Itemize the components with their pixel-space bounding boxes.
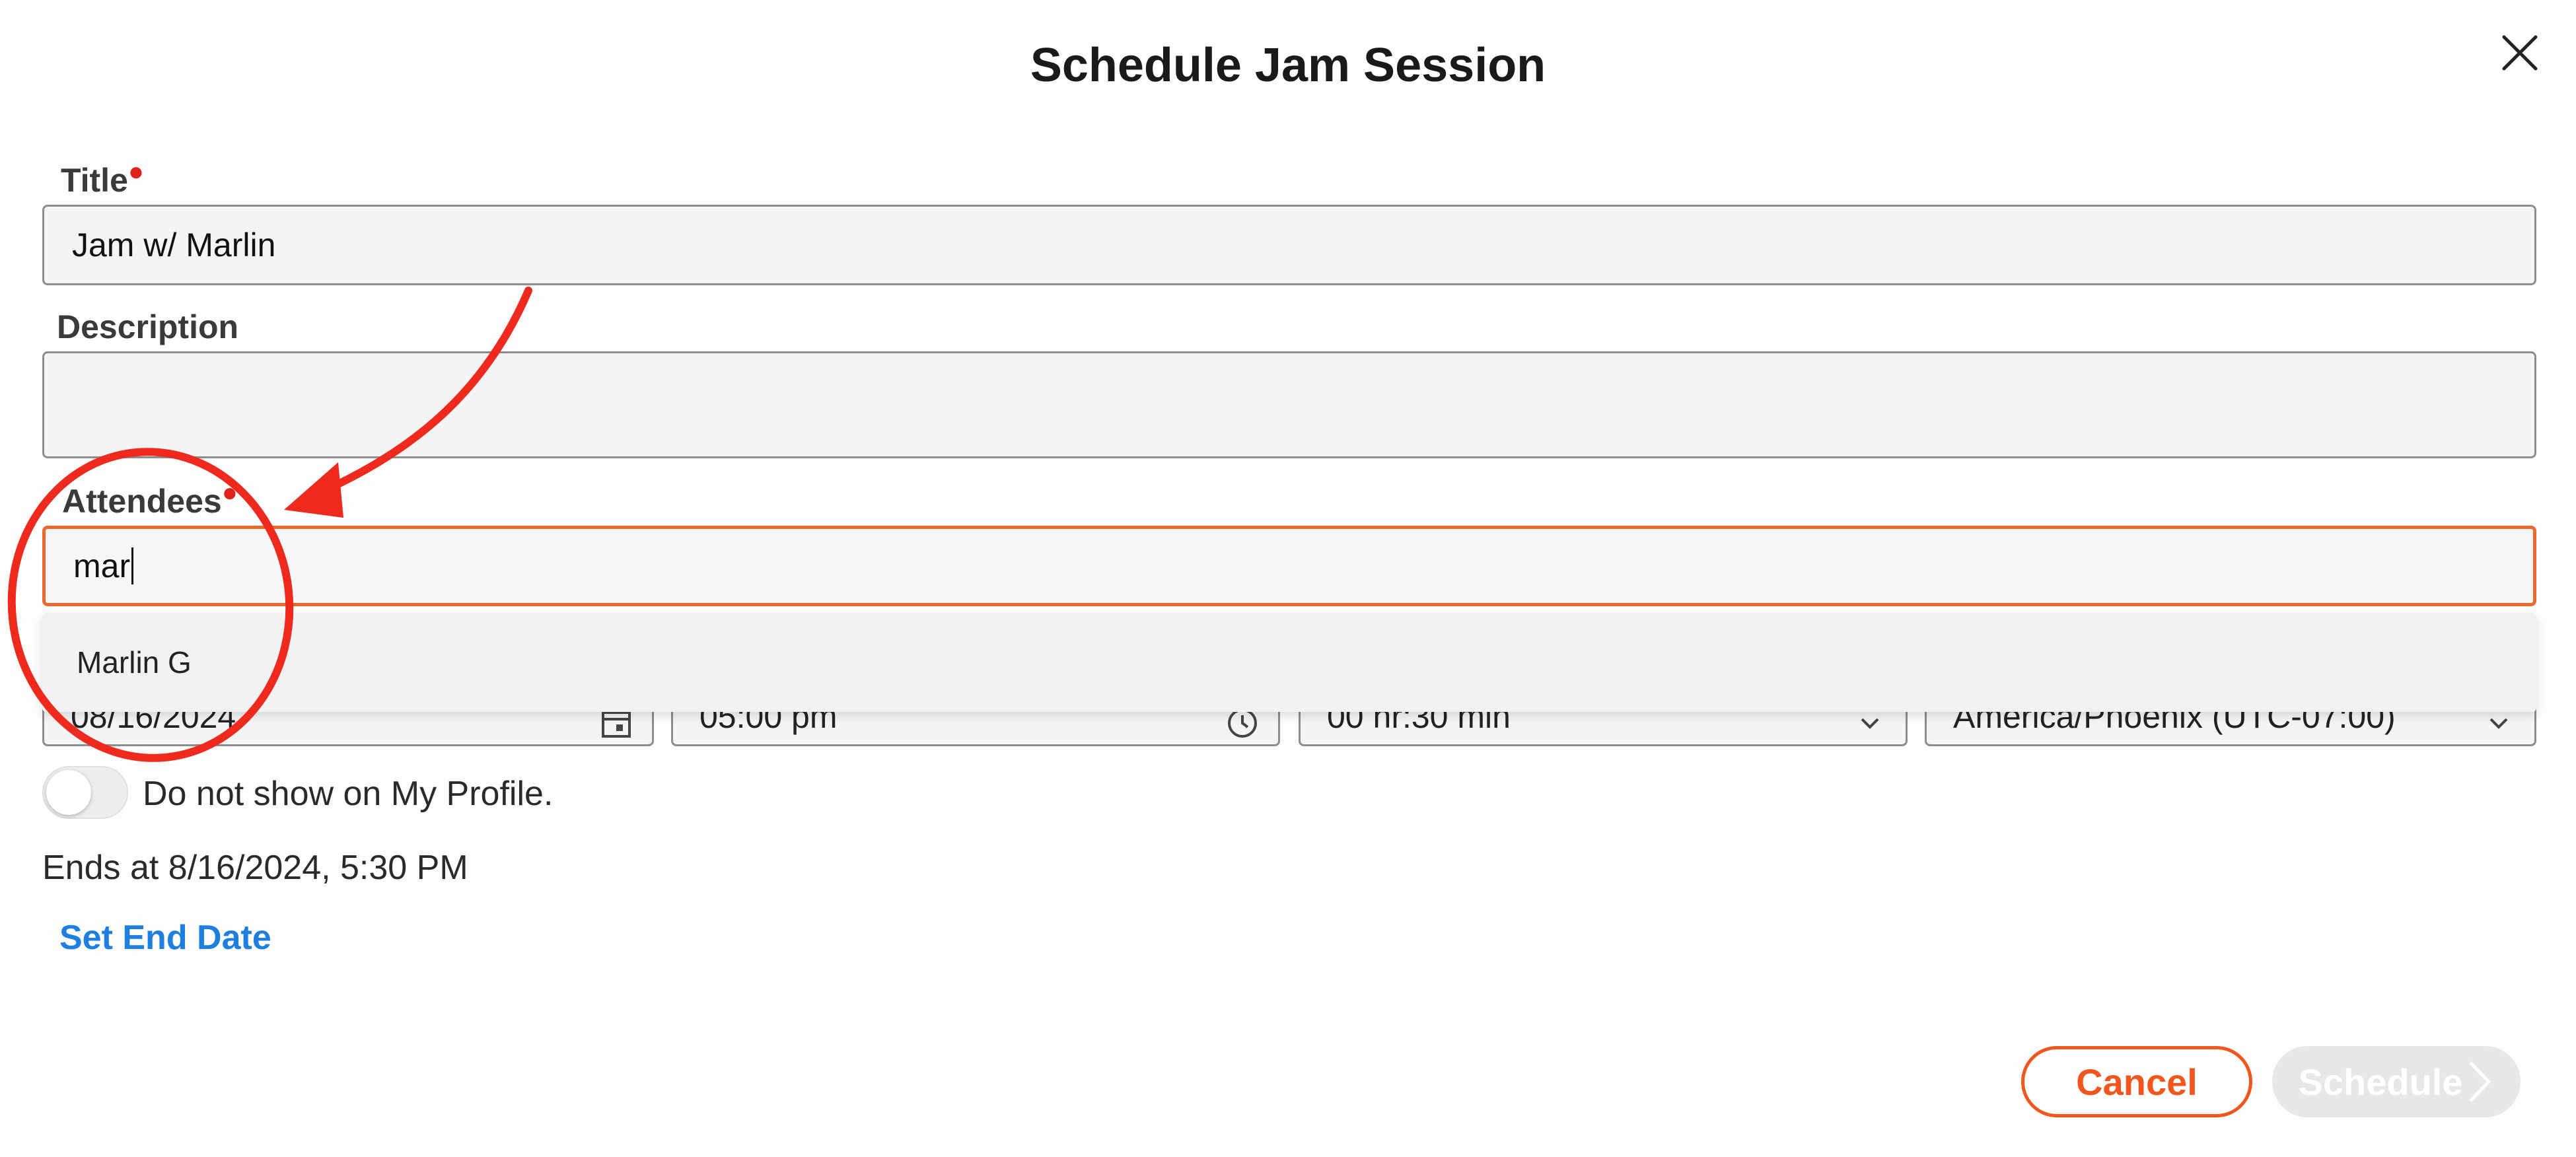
chevron-right-icon	[2469, 1061, 2491, 1102]
attendees-input[interactable]: mar	[42, 526, 2536, 606]
schedule-button-label: Schedule	[2298, 1061, 2463, 1103]
description-label: Description	[57, 308, 239, 345]
attendees-suggestions: Marlin G	[42, 613, 2536, 712]
required-indicator: ●	[221, 478, 238, 507]
hide-profile-label: Do not show on My Profile.	[143, 775, 554, 813]
attendees-label: Attendees●	[62, 478, 238, 520]
required-indicator: ●	[127, 157, 145, 186]
set-end-date-link[interactable]: Set End Date	[59, 918, 271, 958]
title-input-value: Jam w/ Marlin	[72, 227, 276, 263]
dialog-title: Schedule Jam Session	[1030, 39, 1546, 92]
hide-profile-toggle[interactable]	[42, 766, 128, 819]
close-icon	[2502, 35, 2538, 71]
description-input[interactable]	[42, 351, 2536, 458]
title-label: Title●	[61, 157, 145, 199]
toggle-knob	[46, 770, 91, 815]
title-input[interactable]: Jam w/ Marlin	[42, 205, 2536, 285]
annotation-arrowhead	[284, 462, 343, 518]
schedule-dialog: Schedule Jam Session Title● Jam w/ Marli…	[0, 0, 2576, 1157]
schedule-button[interactable]: Schedule	[2272, 1046, 2521, 1117]
attendees-input-value: mar	[73, 547, 131, 584]
cancel-button[interactable]: Cancel	[2021, 1046, 2252, 1117]
close-button[interactable]	[2493, 26, 2546, 79]
suggestion-item[interactable]: Marlin G	[77, 645, 192, 680]
text-caret	[131, 547, 134, 584]
ends-at-text: Ends at 8/16/2024, 5:30 PM	[42, 849, 468, 887]
